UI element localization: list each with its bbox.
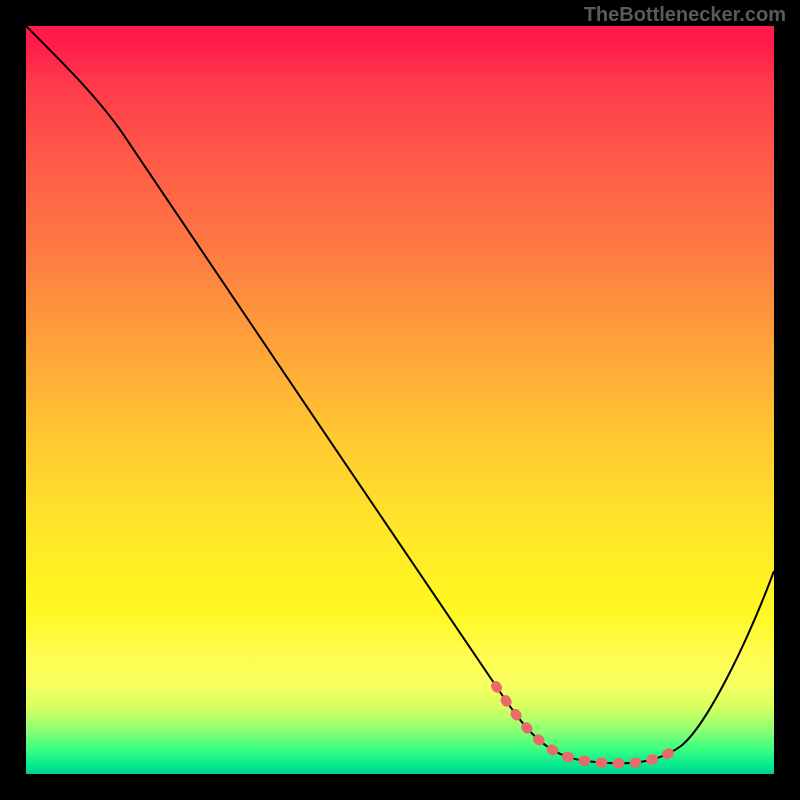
bottleneck-curve-line (26, 26, 774, 763)
optimal-zone-markers (496, 686, 681, 763)
watermark-text: TheBottlenecker.com (584, 4, 786, 27)
chart-svg (26, 26, 774, 774)
chart-plot-area (26, 26, 774, 774)
